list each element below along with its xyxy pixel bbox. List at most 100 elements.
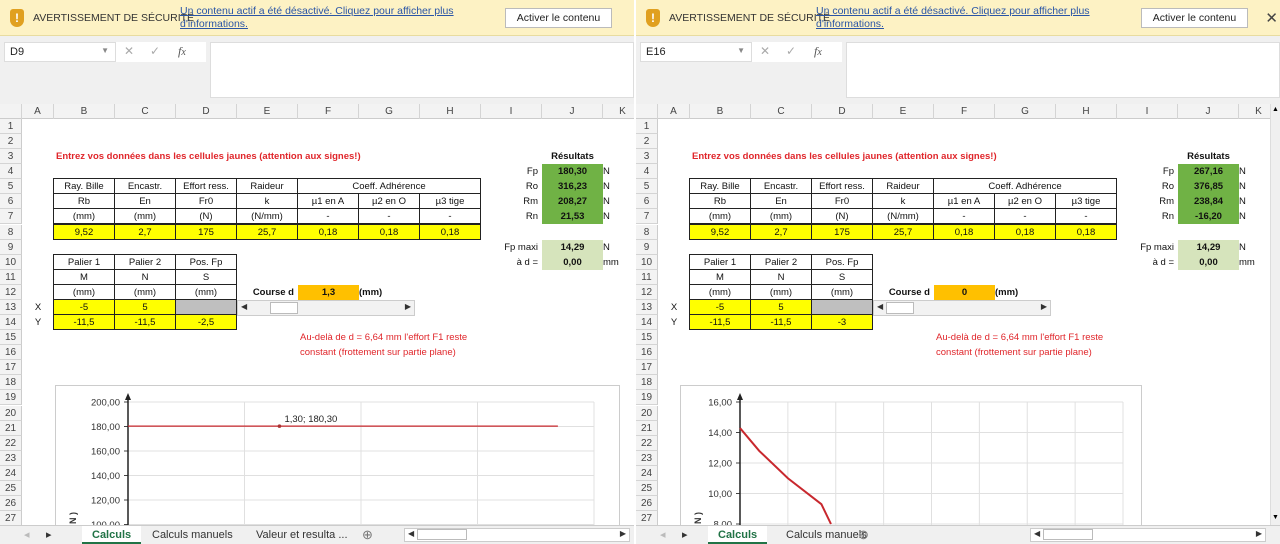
row-header[interactable]: 23 bbox=[636, 450, 658, 466]
row-header[interactable]: 1 bbox=[0, 119, 22, 134]
column-header[interactable]: J bbox=[542, 104, 603, 119]
chevron-down-icon[interactable]: ▼ bbox=[737, 46, 745, 55]
course-slider[interactable]: ◀ ▶ bbox=[873, 299, 1051, 316]
cancel-icon[interactable]: ✕ bbox=[760, 44, 770, 58]
row-header[interactable]: 2 bbox=[0, 134, 22, 150]
cell-b5[interactable]: Ray. Bille bbox=[53, 178, 115, 195]
cell-c13[interactable]: 5 bbox=[114, 298, 176, 315]
cell-e6[interactable]: k bbox=[872, 193, 934, 210]
row-header[interactable]: 26 bbox=[0, 496, 22, 511]
cell-g8[interactable]: 0,18 bbox=[358, 223, 420, 240]
slider-left-arrow-icon[interactable]: ◀ bbox=[241, 302, 247, 311]
row-header[interactable]: 23 bbox=[0, 450, 22, 466]
row-header[interactable]: 27 bbox=[636, 511, 658, 527]
row-header[interactable]: 20 bbox=[636, 405, 658, 421]
row-header[interactable]: 4 bbox=[636, 164, 658, 180]
column-header[interactable]: B bbox=[690, 104, 751, 119]
cell-h6[interactable]: µ3 tige bbox=[419, 193, 481, 210]
cell-d5[interactable]: Effort ress. bbox=[811, 178, 873, 195]
sheet-tab[interactable]: Valeur et resulta ... bbox=[246, 526, 358, 544]
cell-f5[interactable]: Coeff. Adhérence bbox=[933, 178, 1117, 195]
row-header[interactable]: 16 bbox=[636, 345, 658, 361]
row-header[interactable]: 8 bbox=[636, 224, 658, 240]
row-header[interactable]: 10 bbox=[636, 254, 658, 270]
row-header[interactable]: 16 bbox=[0, 345, 22, 361]
scroll-up-icon[interactable]: ▲ bbox=[1272, 106, 1279, 113]
add-sheet-icon[interactable]: ⊕ bbox=[352, 526, 383, 544]
cell-a14[interactable]: Y bbox=[22, 315, 54, 330]
column-header[interactable]: D bbox=[176, 104, 237, 119]
column-header[interactable]: K bbox=[603, 104, 634, 119]
cell-c13[interactable]: 5 bbox=[750, 298, 812, 315]
cell-b3[interactable]: Entrez vos données dans les cellules jau… bbox=[690, 149, 997, 164]
row-header[interactable]: 9 bbox=[636, 239, 658, 255]
cell-j10[interactable]: 0,00 bbox=[542, 254, 603, 270]
row-header[interactable]: 14 bbox=[0, 315, 22, 331]
cell-k6[interactable]: N bbox=[603, 194, 634, 209]
cell-f6[interactable]: µ1 en A bbox=[933, 193, 995, 210]
row-header[interactable]: 24 bbox=[0, 465, 22, 481]
cell-d7[interactable]: (N) bbox=[175, 208, 237, 225]
cell-d7[interactable]: (N) bbox=[811, 208, 873, 225]
cell-k4[interactable]: N bbox=[603, 164, 634, 179]
column-header[interactable]: F bbox=[934, 104, 995, 119]
cell-c5[interactable]: Encastr. bbox=[114, 178, 176, 195]
column-header[interactable]: G bbox=[359, 104, 420, 119]
cell-h8[interactable]: 0,18 bbox=[1055, 223, 1117, 240]
cell-b12[interactable]: (mm) bbox=[689, 283, 751, 300]
cell-c6[interactable]: En bbox=[750, 193, 812, 210]
column-header[interactable]: J bbox=[1178, 104, 1239, 119]
slider-thumb[interactable] bbox=[886, 301, 914, 314]
cell-f15[interactable]: Au-delà de d = 6,64 mm l'effort F1 reste bbox=[298, 330, 467, 345]
row-header[interactable]: 3 bbox=[0, 149, 22, 165]
row-header[interactable]: 27 bbox=[0, 511, 22, 527]
horizontal-scrollbar[interactable]: ◀ ▶ bbox=[404, 528, 630, 542]
data-series-line[interactable] bbox=[739, 427, 832, 525]
row-header[interactable]: 13 bbox=[636, 299, 658, 315]
cell-g6[interactable]: µ2 en O bbox=[358, 193, 420, 210]
row-header[interactable]: 12 bbox=[636, 284, 658, 300]
sheet-tab[interactable]: Calculs bbox=[82, 526, 142, 544]
name-box[interactable]: D9 ▼ bbox=[4, 42, 116, 62]
add-sheet-icon[interactable]: ⊕ bbox=[848, 526, 879, 544]
row-header[interactable]: 7 bbox=[636, 209, 658, 225]
scroll-right-icon[interactable]: ▶ bbox=[1256, 529, 1262, 538]
cell-g7[interactable]: - bbox=[994, 208, 1056, 225]
cell-b8[interactable]: 9,52 bbox=[689, 223, 751, 240]
slider-left-arrow-icon[interactable]: ◀ bbox=[877, 302, 883, 311]
row-header[interactable]: 5 bbox=[636, 179, 658, 195]
fx-icon[interactable]: fx bbox=[178, 44, 186, 59]
cell-f16[interactable]: constant (frottement sur partie plane) bbox=[298, 345, 456, 360]
cell-b3[interactable]: Entrez vos données dans les cellules jau… bbox=[54, 149, 361, 164]
chart[interactable]: 200,00180,00160,00140,00120,00100,00N )1… bbox=[55, 385, 620, 536]
cell-c7[interactable]: (mm) bbox=[750, 208, 812, 225]
cell-i10[interactable]: à d = bbox=[1117, 255, 1178, 270]
cell-i6[interactable]: Rm bbox=[481, 194, 542, 209]
chart[interactable]: 16,0014,0012,0010,008,00N ) bbox=[680, 385, 1142, 536]
row-header[interactable]: 8 bbox=[0, 224, 22, 240]
cell-d6[interactable]: Fr0 bbox=[175, 193, 237, 210]
column-header[interactable]: B bbox=[54, 104, 115, 119]
cell-i5[interactable]: Ro bbox=[1117, 179, 1178, 194]
row-header[interactable]: 21 bbox=[636, 420, 658, 436]
cell-f15[interactable]: Au-delà de d = 6,64 mm l'effort F1 reste bbox=[934, 330, 1103, 345]
cell-g12[interactable]: (mm) bbox=[359, 285, 420, 300]
cell-d5[interactable]: Effort ress. bbox=[175, 178, 237, 195]
column-header[interactable]: H bbox=[1056, 104, 1117, 119]
cell-j10[interactable]: 0,00 bbox=[1178, 254, 1239, 270]
column-header[interactable]: A bbox=[22, 104, 54, 119]
cell-f7[interactable]: - bbox=[933, 208, 995, 225]
cell-c14[interactable]: -11,5 bbox=[114, 314, 176, 331]
row-header[interactable]: 13 bbox=[0, 299, 22, 315]
cell-e8[interactable]: 25,7 bbox=[872, 223, 934, 240]
row-header[interactable]: 3 bbox=[636, 149, 658, 165]
column-header[interactable]: E bbox=[237, 104, 298, 119]
cell-f8[interactable]: 0,18 bbox=[933, 223, 995, 240]
annotated-point[interactable] bbox=[277, 424, 282, 428]
cell-d8[interactable]: 175 bbox=[811, 223, 873, 240]
row-header[interactable]: 6 bbox=[0, 194, 22, 210]
row-header[interactable]: 14 bbox=[636, 315, 658, 331]
cell-j9[interactable]: 14,29 bbox=[542, 239, 603, 255]
cell-b11[interactable]: M bbox=[53, 268, 115, 285]
row-header[interactable]: 11 bbox=[0, 269, 22, 285]
